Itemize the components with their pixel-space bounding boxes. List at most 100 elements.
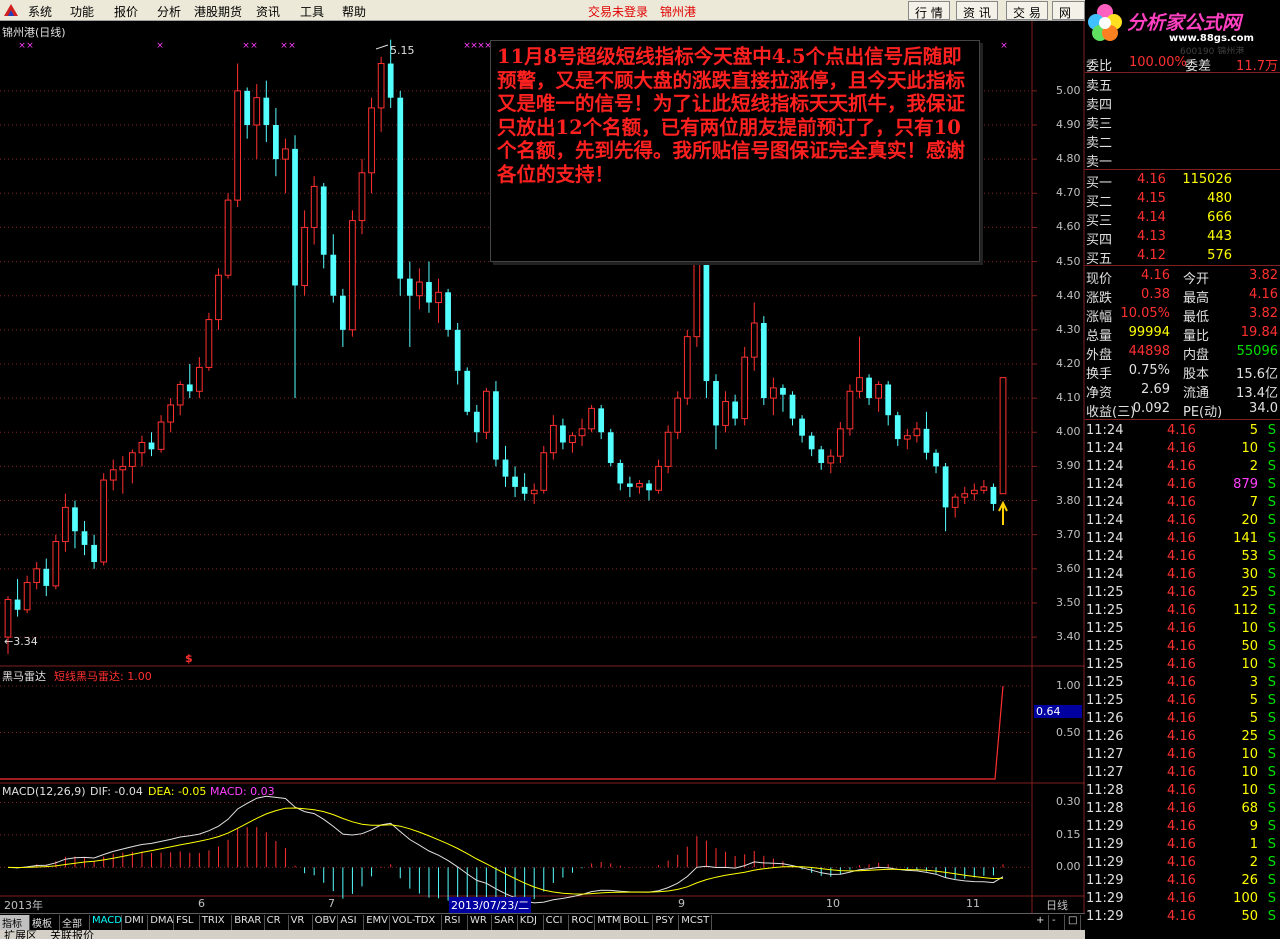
stat-value: 4.16 bbox=[1141, 268, 1170, 283]
indicator-tab-rsi[interactable]: RSI bbox=[442, 915, 468, 930]
candle-body bbox=[263, 97, 270, 126]
candle-body bbox=[875, 383, 882, 399]
tick-row: 11:29 4.16 50 S bbox=[1085, 908, 1280, 926]
indicator-tab-roc[interactable]: ROC bbox=[569, 915, 596, 930]
indicator-tab-trix[interactable]: TRIX bbox=[200, 915, 233, 930]
menu-item-quote[interactable]: 报价 bbox=[114, 3, 138, 20]
candle-body bbox=[664, 431, 672, 467]
tick-row: 11:24 4.16 10 S bbox=[1085, 440, 1280, 458]
x-label-year: 2013年 bbox=[4, 899, 43, 912]
period-label[interactable]: 日线 bbox=[1046, 897, 1068, 913]
candle-body bbox=[14, 599, 21, 610]
indicator-tab-wr[interactable]: WR bbox=[468, 915, 492, 930]
tick-volume: 5 bbox=[1249, 693, 1258, 708]
tab-info[interactable]: 资 讯 bbox=[956, 1, 998, 20]
tick-row: 11:26 4.16 25 S bbox=[1085, 728, 1280, 746]
tab-online[interactable]: 网 上 bbox=[1052, 1, 1085, 20]
indicator-tab-模板[interactable]: 模板 bbox=[30, 915, 60, 930]
chart-title: 锦州港(日线) bbox=[2, 26, 66, 39]
candle-body bbox=[530, 489, 538, 495]
menu-item-tools[interactable]: 工具 bbox=[300, 3, 324, 20]
indicator-tab-mtm[interactable]: MTM bbox=[595, 915, 621, 930]
tick-row: 11:27 4.16 10 S bbox=[1085, 746, 1280, 764]
tick-volume: 5 bbox=[1249, 423, 1258, 438]
bid-price: 4.16 bbox=[1137, 172, 1166, 187]
candle-body bbox=[368, 107, 375, 174]
macd-tick-label: 0.00 bbox=[1056, 860, 1081, 874]
signal-marker: × bbox=[250, 41, 258, 51]
tick-time: 11:24 bbox=[1086, 423, 1124, 438]
candle-body bbox=[808, 435, 815, 450]
bid-row: 买一 4.16 115026 bbox=[1085, 171, 1280, 191]
tick-side: S bbox=[1267, 603, 1276, 618]
tick-side: S bbox=[1267, 459, 1276, 474]
menu-item-system[interactable]: 系统 bbox=[28, 3, 52, 20]
tick-time: 11:26 bbox=[1086, 711, 1124, 726]
candle-body bbox=[244, 90, 251, 126]
indicator-tab-psy[interactable]: PSY bbox=[653, 915, 680, 930]
stat-label2: 最低 bbox=[1183, 310, 1210, 325]
indicator-tab-kdj[interactable]: KDJ bbox=[518, 915, 544, 930]
candle-body bbox=[292, 148, 298, 286]
tick-price: 4.16 bbox=[1167, 711, 1196, 726]
indicator-tab-fsl[interactable]: FSL bbox=[174, 915, 200, 930]
indicator-tab-dma[interactable]: DMA bbox=[148, 915, 174, 930]
tick-side: S bbox=[1267, 855, 1276, 870]
tick-row: 11:24 4.16 2 S bbox=[1085, 458, 1280, 476]
tick-side: S bbox=[1267, 873, 1276, 888]
stat-row: 现价 4.16 今开 3.82 bbox=[1085, 267, 1280, 287]
tick-volume: 141 bbox=[1233, 531, 1258, 546]
indicator-tab-指标[interactable]: 指标 bbox=[0, 915, 30, 930]
x-label-6: 6 bbox=[198, 897, 205, 910]
candle-body bbox=[799, 418, 805, 436]
menu-item-news[interactable]: 资讯 bbox=[256, 3, 280, 20]
tick-row: 11:24 4.16 30 S bbox=[1085, 566, 1280, 584]
indicator-tab-cr[interactable]: CR bbox=[265, 915, 289, 930]
tab-market[interactable]: 行 情 bbox=[908, 1, 950, 20]
zoom-button[interactable]: - bbox=[1050, 915, 1065, 930]
candle-body bbox=[970, 489, 978, 495]
candle-body bbox=[330, 254, 337, 296]
candle-body bbox=[138, 442, 146, 454]
bottom-tab-related-quote[interactable]: 关联报价 bbox=[50, 930, 94, 939]
announcement-overlay: 11月8号超级短线指标今天盘中4.5个点出信号后随即预警，又是不顾大盘的涨跌直接… bbox=[490, 40, 980, 262]
zoom-button[interactable]: □ bbox=[1066, 915, 1081, 930]
tick-volume: 9 bbox=[1249, 819, 1258, 834]
tick-side: S bbox=[1267, 729, 1276, 744]
indicator-tab-dmi[interactable]: DMI bbox=[122, 915, 149, 930]
stat-label: 涨幅 bbox=[1086, 310, 1113, 325]
menu-item-analysis[interactable]: 分析 bbox=[157, 3, 181, 20]
menu-item-help[interactable]: 帮助 bbox=[342, 3, 366, 20]
signal-marker: × bbox=[242, 41, 250, 51]
tab-trade[interactable]: 交 易 bbox=[1006, 1, 1048, 20]
menu-item-function[interactable]: 功能 bbox=[70, 3, 94, 20]
x-label-10: 10 bbox=[826, 897, 840, 910]
indicator-tab-brar[interactable]: BRAR bbox=[232, 915, 265, 930]
candle-body bbox=[923, 428, 930, 453]
signal-marker: × bbox=[18, 41, 26, 51]
indicator-tab-vol-tdx[interactable]: VOL-TDX bbox=[390, 915, 443, 930]
tick-row: 11:24 4.16 141 S bbox=[1085, 530, 1280, 548]
indicator-tab-boll[interactable]: BOLL bbox=[621, 915, 654, 930]
indicator-tab-vr[interactable]: VR bbox=[289, 915, 313, 930]
ask-row: 卖一 bbox=[1085, 150, 1280, 170]
zoom-button[interactable]: + bbox=[1034, 915, 1049, 930]
candle-body bbox=[866, 377, 872, 399]
tick-volume: 25 bbox=[1241, 585, 1258, 600]
indicator-tab-macd[interactable]: MACD bbox=[90, 915, 123, 930]
bottom-tab-extension[interactable]: 扩展区 bbox=[4, 930, 37, 939]
tick-time: 11:25 bbox=[1086, 657, 1124, 672]
indicator-tab-cci[interactable]: CCI bbox=[544, 915, 570, 930]
tick-side: S bbox=[1267, 693, 1276, 708]
indicator-tab-obv[interactable]: OBV bbox=[313, 915, 339, 930]
candle-body bbox=[780, 387, 786, 395]
indicator-tab-全部[interactable]: 全部 bbox=[60, 915, 90, 930]
indicator-tab-sar[interactable]: SAR bbox=[492, 915, 518, 930]
indicator-tab-emv[interactable]: EMV bbox=[364, 915, 390, 930]
tick-price: 4.16 bbox=[1167, 441, 1196, 456]
indicator-tab-mcst[interactable]: MCST bbox=[679, 915, 712, 930]
indicator-tab-asi[interactable]: ASI bbox=[338, 915, 365, 930]
menu-item-hk-futures[interactable]: 港股期货 bbox=[194, 3, 242, 20]
tick-time: 11:24 bbox=[1086, 495, 1124, 510]
signal-marker: × bbox=[1000, 41, 1008, 51]
